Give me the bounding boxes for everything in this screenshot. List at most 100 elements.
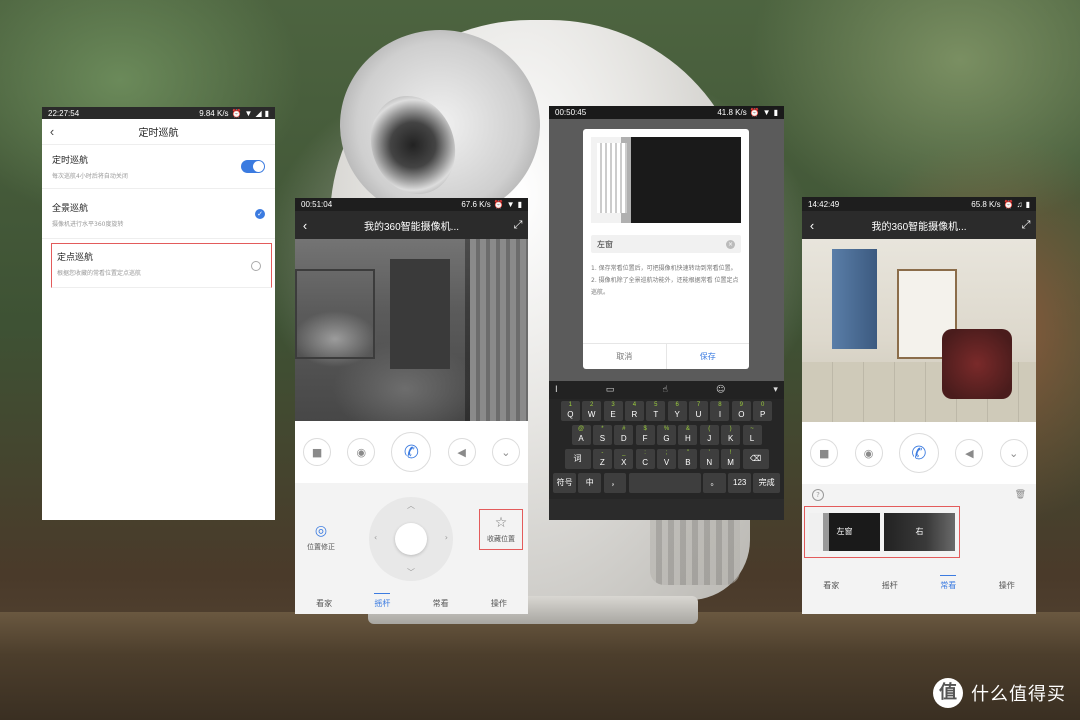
chevron-left-icon[interactable]: ‹ bbox=[42, 124, 62, 139]
period-key[interactable]: 。 bbox=[703, 473, 726, 493]
phone-icon[interactable]: ✆ bbox=[898, 433, 939, 473]
tab-joystick[interactable]: 摇杆 bbox=[374, 593, 391, 609]
trash-icon[interactable]: 🗑 bbox=[1015, 490, 1026, 500]
phone-icon[interactable]: ✆ bbox=[391, 432, 432, 472]
key[interactable]: % G bbox=[657, 425, 676, 445]
save-button[interactable]: 保存 bbox=[667, 344, 750, 369]
video-icon[interactable]: ■ bbox=[303, 438, 332, 466]
key[interactable]: $ F bbox=[635, 425, 655, 445]
key-label: U bbox=[695, 410, 702, 419]
joystick-pad[interactable]: ︿ ﹀ ‹ › bbox=[369, 497, 453, 581]
key[interactable]: " B bbox=[678, 449, 698, 469]
key[interactable]: 5T bbox=[646, 401, 666, 421]
key[interactable]: ' N bbox=[699, 449, 719, 469]
arrow-down-icon[interactable]: ﹀ bbox=[407, 567, 415, 578]
gesture-icon[interactable]: ☝ bbox=[662, 385, 667, 395]
video-icon[interactable]: ■ bbox=[810, 439, 839, 467]
tab-joystick[interactable]: 摇杆 bbox=[882, 575, 898, 591]
key[interactable]: @ A bbox=[571, 425, 591, 445]
chinese-key[interactable]: 中 bbox=[578, 473, 602, 493]
key[interactable]: 1Q bbox=[560, 401, 580, 421]
cursor-icon[interactable]: I bbox=[555, 385, 558, 395]
key[interactable]: 词 bbox=[564, 449, 591, 469]
key-symbol: 9 bbox=[739, 402, 743, 408]
joystick-knob[interactable] bbox=[395, 523, 427, 555]
position-name-input[interactable]: 左窗 × bbox=[591, 235, 741, 253]
space-key[interactable] bbox=[628, 473, 701, 493]
number-key[interactable]: 123 bbox=[728, 473, 752, 493]
scene-chair bbox=[942, 329, 1012, 399]
cancel-button[interactable]: 取消 bbox=[583, 344, 667, 369]
tab-frequent-view[interactable]: 常看 bbox=[433, 593, 449, 609]
expand-icon[interactable]: ⤢ bbox=[508, 219, 528, 232]
comma-key[interactable]: ， bbox=[603, 473, 627, 493]
row-timed-cruise[interactable]: 定时巡航 每次巡航4小时后将自动关闭 bbox=[42, 145, 275, 189]
tab-operation[interactable]: 操作 bbox=[999, 575, 1015, 591]
help-icon[interactable]: ? bbox=[812, 489, 824, 501]
emoji-icon[interactable]: ☺ bbox=[716, 385, 725, 395]
radio-unselected[interactable] bbox=[251, 260, 261, 271]
key[interactable]: 4R bbox=[624, 401, 644, 421]
key[interactable]: ; V bbox=[657, 449, 676, 469]
clear-icon[interactable]: × bbox=[726, 239, 735, 249]
arrow-left-icon[interactable]: ‹ bbox=[374, 533, 377, 542]
key[interactable]: 8I bbox=[710, 401, 730, 421]
key[interactable]: 9O bbox=[731, 401, 751, 421]
status-time: 00:51:04 bbox=[301, 200, 333, 209]
arrow-right-icon[interactable]: › bbox=[445, 533, 448, 542]
key[interactable]: (J bbox=[699, 425, 719, 445]
check-icon[interactable]: ✓ bbox=[255, 208, 265, 219]
key[interactable]: ) K bbox=[721, 425, 741, 445]
key[interactable]: :C bbox=[635, 449, 655, 469]
chevron-down-icon[interactable]: ⌄ bbox=[999, 439, 1028, 467]
timed-cruise-toggle[interactable] bbox=[241, 160, 265, 173]
keyboard-switch-icon[interactable]: ▭ bbox=[606, 385, 615, 395]
preset-thumbnail[interactable]: 右 bbox=[884, 513, 955, 551]
key-label: V bbox=[663, 458, 670, 467]
key[interactable]: 6Y bbox=[667, 401, 687, 421]
key[interactable]: _ X bbox=[614, 449, 634, 469]
key[interactable]: 0P bbox=[753, 401, 773, 421]
hide-keyboard-icon[interactable]: ▾ bbox=[773, 385, 778, 395]
key[interactable]: ~ L bbox=[742, 425, 762, 445]
camera-live-view[interactable] bbox=[295, 239, 528, 421]
row-fixed-point-cruise[interactable]: 定点巡航 根据您收藏的常看位置定点巡航 bbox=[51, 243, 272, 288]
arrow-up-icon[interactable]: ︿ bbox=[407, 500, 415, 511]
volume-icon[interactable]: ◀ bbox=[447, 438, 476, 466]
preset-thumbnail[interactable]: 左窗 bbox=[809, 513, 880, 551]
key-symbol: : bbox=[644, 450, 646, 456]
key[interactable]: ! M bbox=[721, 449, 741, 469]
key[interactable]: & H bbox=[678, 425, 698, 445]
row-panorama-cruise[interactable]: 全景巡航 摄像机进行水平360度旋转 ✓ bbox=[42, 189, 275, 239]
tab-operation[interactable]: 操作 bbox=[491, 593, 507, 609]
chevron-left-icon[interactable]: ‹ bbox=[802, 218, 822, 233]
tab-home-watch[interactable]: 看家 bbox=[316, 593, 332, 609]
key[interactable]: -Z bbox=[592, 449, 612, 469]
camera-icon[interactable]: ◉ bbox=[854, 439, 883, 467]
key-symbol: @ bbox=[577, 426, 585, 432]
status-bar: 00:51:04 67.6 K/s ⏰ ▼ ▮ bbox=[295, 198, 528, 211]
key[interactable]: 3E bbox=[603, 401, 623, 421]
key[interactable]: 2W bbox=[582, 401, 602, 421]
tab-frequent-view[interactable]: 常看 bbox=[940, 575, 957, 591]
position-correct-button[interactable]: ◎ 位置修正 bbox=[299, 523, 343, 552]
status-time: 00:50:45 bbox=[555, 108, 587, 117]
alarm-icon: ⏰ bbox=[493, 200, 504, 209]
chevron-left-icon[interactable]: ‹ bbox=[295, 218, 315, 233]
key[interactable]: ⌫ bbox=[742, 449, 769, 469]
volume-icon[interactable]: ◀ bbox=[955, 439, 984, 467]
camera-live-view[interactable] bbox=[802, 239, 1036, 422]
camera-icon[interactable]: ◉ bbox=[347, 438, 376, 466]
key[interactable]: * S bbox=[592, 425, 612, 445]
symbols-key[interactable]: 符号 bbox=[553, 473, 576, 493]
tab-home-watch[interactable]: 看家 bbox=[823, 575, 839, 591]
done-key[interactable]: 完成 bbox=[753, 473, 780, 493]
key[interactable]: # D bbox=[614, 425, 634, 445]
expand-icon[interactable]: ⤢ bbox=[1016, 219, 1036, 232]
keyboard-row: 词 - Z _ X: C; V " B ' N! M ⌫ bbox=[552, 449, 781, 469]
chevron-down-icon[interactable]: ⌄ bbox=[491, 438, 520, 466]
key[interactable]: 7U bbox=[689, 401, 709, 421]
status-bar: 14:42:49 65.8 K/s ⏰ ♫ ▮ bbox=[802, 197, 1036, 211]
page-title: 我的360智能摄像机... bbox=[871, 221, 967, 233]
save-position-button[interactable]: ☆ 收藏位置 bbox=[479, 509, 523, 550]
